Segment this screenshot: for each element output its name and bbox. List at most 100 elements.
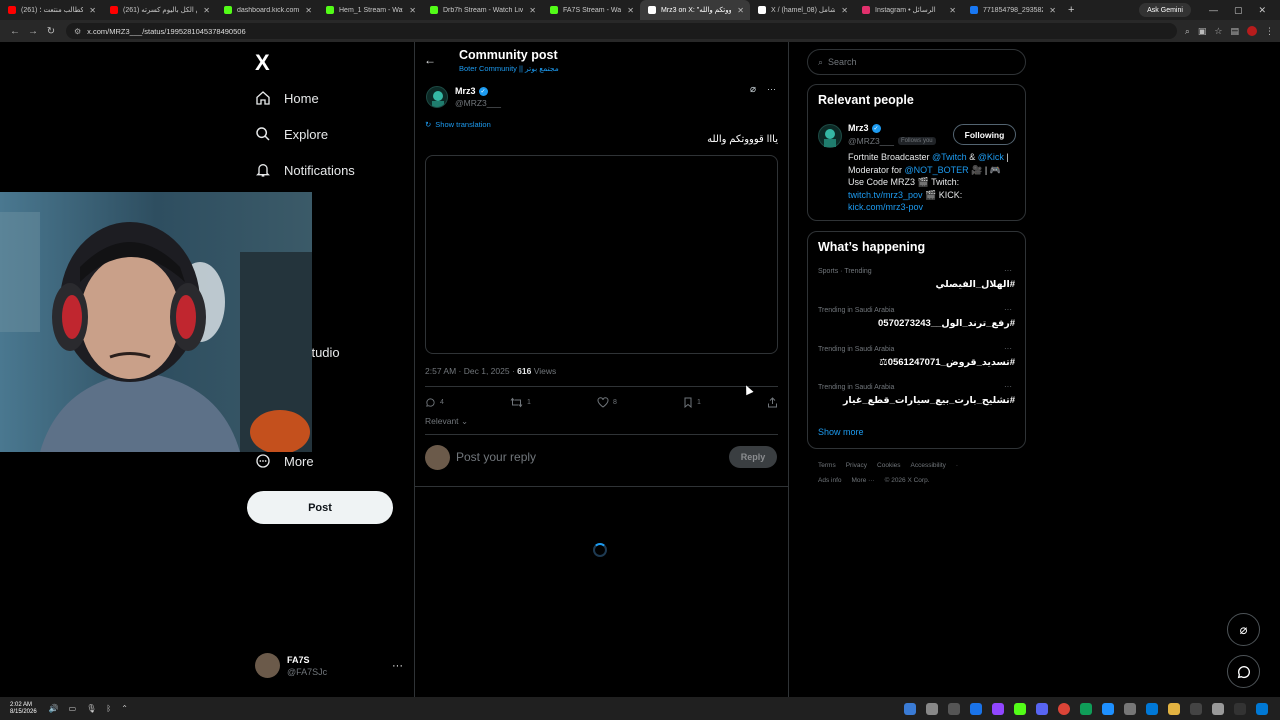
author-name-row[interactable]: Mrz3 ✓ [455, 86, 488, 96]
browser-tab[interactable]: (261) ليش الكل باليوم كسرته ✕ [102, 0, 216, 20]
footer-link[interactable]: Ads info [818, 477, 842, 484]
browser-tab[interactable]: X / (hamel_08) شامل ✕ [750, 0, 854, 20]
forward-arrow-icon[interactable]: → [24, 26, 42, 37]
trend-name[interactable]: #تشليح_بارت_بيع_سيارات_قطع_غيار [818, 395, 1015, 406]
browser-tab[interactable]: Mrz3 on X: "ياااا قوووتكم والله" ✕ [640, 0, 750, 20]
nav-item-explore[interactable]: Explore [255, 122, 328, 146]
taskbar-clock[interactable]: 2:02 AM 8/15/2026 [10, 702, 37, 716]
task-view-icon[interactable] [1212, 702, 1224, 715]
taskbar-app-icon[interactable] [1036, 702, 1048, 715]
back-arrow-icon[interactable]: ← [424, 53, 436, 67]
sidepanel-icon[interactable]: ▤ [1230, 26, 1239, 37]
taskbar-app-icon[interactable] [904, 702, 916, 715]
taskbar-app-icon[interactable] [948, 702, 960, 715]
following-button[interactable]: Following [953, 124, 1016, 145]
maximize-icon[interactable]: ▢ [1234, 5, 1243, 16]
author-avatar[interactable] [426, 86, 448, 108]
bluetooth-icon[interactable]: ᛒ [106, 704, 111, 713]
trend-name[interactable]: #الهلال_الفيصلي [818, 279, 1015, 290]
browser-tab[interactable]: Hem_1 Stream - Watch Live ✕ [318, 0, 422, 20]
browser-tab[interactable]: dashboard.kick.com/stream ✕ [216, 0, 318, 20]
tab-close-icon[interactable]: ✕ [1049, 6, 1056, 15]
account-switcher[interactable]: FA7S @FA7SJc ··· [255, 653, 403, 678]
browser-tab[interactable]: (261) بثمت كطالب منتعت ؛ ✕ [0, 0, 102, 20]
post-more-icon[interactable]: ··· [767, 84, 776, 94]
microphone-icon[interactable]: 🎙 [86, 704, 96, 713]
tab-close-icon[interactable]: ✕ [529, 6, 536, 15]
author-handle[interactable]: @MRZ3___ [455, 98, 501, 108]
profile-avatar[interactable] [1247, 26, 1257, 36]
chrome-icon[interactable] [1058, 702, 1070, 715]
footer-link[interactable]: Privacy [846, 462, 867, 469]
post-button[interactable]: Post [247, 491, 393, 524]
share-action[interactable] [767, 396, 778, 408]
browser-tab[interactable]: FA7S Stream - Watch Live ✕ [542, 0, 640, 20]
tab-close-icon[interactable]: ✕ [841, 6, 848, 15]
taskbar-app-icon[interactable] [1190, 702, 1202, 715]
site-info-icon[interactable]: ⚙ [74, 27, 81, 36]
taskbar-app-icon[interactable] [1014, 702, 1026, 715]
bio-link-kick[interactable]: @Kick [978, 152, 1004, 162]
post-media[interactable] [425, 155, 778, 354]
taskbar-app-icon[interactable] [970, 702, 982, 715]
reload-icon[interactable]: ↻ [42, 26, 60, 37]
relevant-person-handle[interactable]: @MRZ3___ [848, 136, 894, 146]
menu-kebab-icon[interactable]: ⋮ [1265, 26, 1274, 37]
taskbar-app-icon[interactable] [1124, 702, 1136, 715]
reply-input[interactable]: Post your reply [456, 450, 536, 464]
taskbar-app-icon[interactable] [1080, 702, 1092, 715]
trend-more-icon[interactable]: ··· [1004, 344, 1012, 353]
post-time[interactable]: 2:57 AM · Dec 1, 2025 · [425, 366, 515, 376]
grok-icon[interactable]: ⌀ [750, 84, 756, 95]
grok-fab[interactable]: ⌀ [1227, 613, 1260, 646]
bookmark-star-icon[interactable]: ☆ [1214, 26, 1222, 37]
new-tab-button[interactable]: + [1068, 4, 1074, 16]
search-input[interactable]: ⌕ Search [807, 49, 1026, 75]
tab-close-icon[interactable]: ✕ [949, 6, 956, 15]
taskbar-app-icon[interactable] [1102, 702, 1114, 715]
nav-item-notifications[interactable]: Notifications [255, 158, 355, 182]
tab-close-icon[interactable]: ✕ [627, 6, 634, 15]
browser-tab[interactable]: Instagram • الرسائل ✕ [854, 0, 962, 20]
reply-action[interactable]: 4 [425, 397, 444, 408]
community-link[interactable]: Boter Community || مجتمع بوتر [459, 64, 559, 73]
trend-more-icon[interactable]: ··· [1004, 305, 1012, 314]
search-icon[interactable] [1234, 702, 1246, 715]
footer-link[interactable]: Accessibility [911, 462, 946, 469]
reply-button[interactable]: Reply [729, 446, 777, 468]
close-window-icon[interactable]: ✕ [1258, 5, 1266, 16]
footer-link[interactable]: Cookies [877, 462, 900, 469]
network-icon[interactable]: ▭ [69, 704, 77, 713]
trend-name[interactable]: #رفع_ترند_الول__0570273243 [818, 318, 1015, 329]
minimize-icon[interactable]: — [1209, 5, 1218, 16]
nav-item-more[interactable]: More [255, 449, 314, 473]
nav-item-home[interactable]: Home [255, 86, 319, 110]
ask-gemini-button[interactable]: Ask Gemini [1139, 3, 1191, 17]
show-translation-link[interactable]: ↻ Show translation [425, 120, 491, 129]
windows-start-icon[interactable] [1256, 702, 1268, 715]
footer-link[interactable]: More ··· [852, 477, 875, 484]
repost-action[interactable]: 1 [510, 397, 531, 408]
file-explorer-icon[interactable] [1168, 702, 1180, 715]
chevron-up-icon[interactable]: ⌃ [121, 704, 128, 713]
tab-close-icon[interactable]: ✕ [89, 6, 96, 15]
bookmark-action[interactable]: 1 [683, 397, 701, 408]
footer-link[interactable]: © 2026 X Corp. [885, 477, 930, 484]
messages-fab[interactable] [1227, 655, 1260, 688]
taskbar-app-icon[interactable] [992, 702, 1004, 715]
footer-link[interactable]: Terms [818, 462, 836, 469]
browser-tab[interactable]: 771854798_29358241342 ✕ [962, 0, 1062, 20]
bio-link-not-boter[interactable]: @NOT_BOTER [905, 165, 969, 175]
bio-link-kick-url[interactable]: kick.com/mrz3-pov [848, 202, 923, 212]
footer-link[interactable]: · [956, 462, 958, 469]
x-logo[interactable]: X [255, 50, 270, 76]
relevant-person-avatar[interactable] [818, 124, 842, 148]
account-more-icon[interactable]: ··· [392, 660, 403, 672]
trend-more-icon[interactable]: ··· [1004, 382, 1012, 391]
tab-close-icon[interactable]: ✕ [737, 6, 744, 15]
bio-link-twitch-url[interactable]: twitch.tv/mrz3_pov [848, 190, 923, 200]
bio-link-twitch[interactable]: @Twitch [932, 152, 967, 162]
tab-close-icon[interactable]: ✕ [203, 6, 210, 15]
tab-close-icon[interactable]: ✕ [305, 6, 312, 15]
taskbar-app-icon[interactable] [926, 702, 938, 715]
